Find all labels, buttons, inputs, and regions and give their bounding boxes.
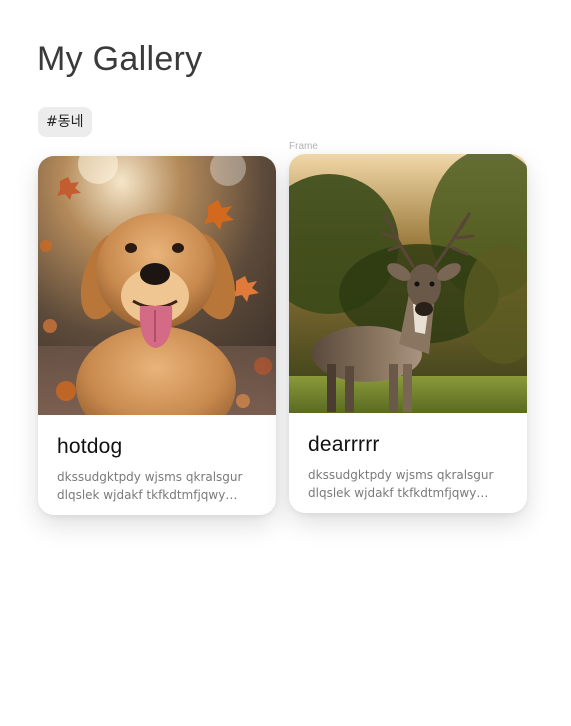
- frame-label: Frame: [289, 141, 318, 152]
- card-image-deer: [289, 154, 527, 413]
- gallery-card[interactable]: hotdog dkssudgktpdy wjsms qkralsgur dlqs…: [38, 156, 276, 515]
- card-image-dog: [38, 156, 276, 415]
- golden-retriever-photo: [38, 156, 276, 415]
- card-title: hotdog: [57, 435, 123, 458]
- card-description: dkssudgktpdy wjsms qkralsgur dlqslek wjd…: [308, 468, 494, 500]
- page-title: My Gallery: [37, 40, 203, 78]
- deer-photo: [289, 154, 527, 413]
- card-title: dearrrrr: [308, 433, 380, 456]
- gallery-card[interactable]: dearrrrr dkssudgktpdy wjsms qkralsgur dl…: [289, 154, 527, 513]
- tag-chip[interactable]: #동네: [38, 107, 92, 137]
- card-description: dkssudgktpdy wjsms qkralsgur dlqslek wjd…: [57, 470, 243, 502]
